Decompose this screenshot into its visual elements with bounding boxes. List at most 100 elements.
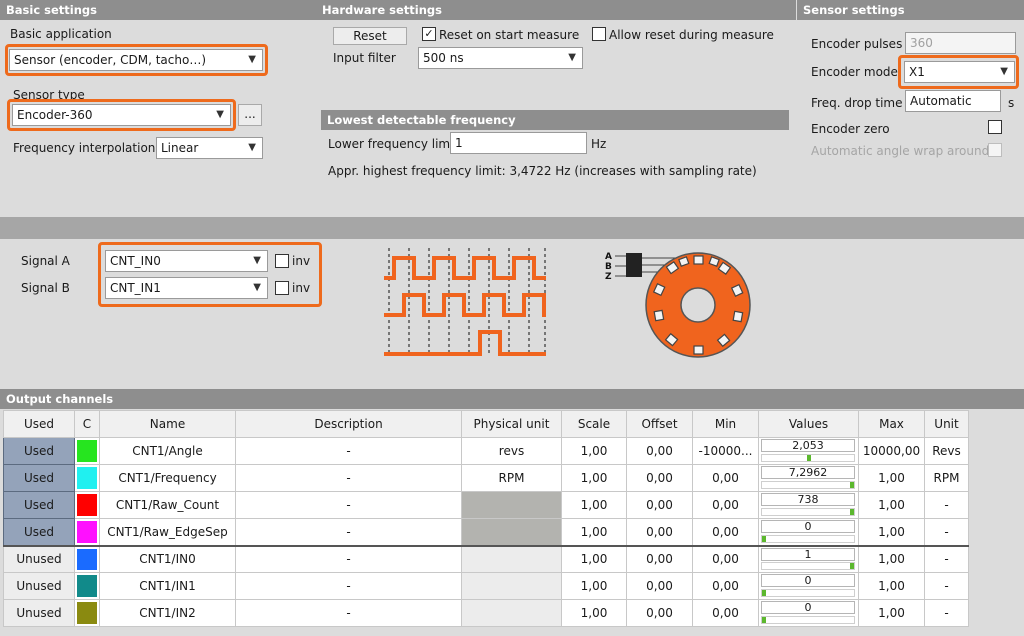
offset-cell[interactable]: 0,00 <box>626 491 693 519</box>
max-cell[interactable]: 1,00 <box>858 599 925 627</box>
freq-drop-time-input[interactable]: Automatic <box>905 90 1001 112</box>
used-toggle[interactable]: Used <box>3 491 75 519</box>
physical-unit-cell[interactable]: revs <box>461 437 562 465</box>
channel-color-swatch[interactable] <box>74 518 100 546</box>
offset-cell[interactable]: 0,00 <box>626 437 693 465</box>
unit-cell[interactable]: - <box>924 491 969 519</box>
physical-unit-cell[interactable] <box>461 572 562 600</box>
encoder-zero-checkbox[interactable] <box>988 120 1002 134</box>
min-cell[interactable]: -10000... <box>692 437 759 465</box>
min-cell[interactable]: 0,00 <box>692 599 759 627</box>
channel-color-swatch[interactable] <box>74 437 100 465</box>
table-row[interactable]: Used CNT1/Frequency - RPM 1,00 0,00 0,00 7,2962… <box>3 464 969 492</box>
reset-on-start-checkbox[interactable]: ✓ <box>422 27 436 41</box>
channel-description-cell[interactable]: - <box>235 518 462 546</box>
sensor-type-more-button[interactable]: ... <box>238 104 262 126</box>
channel-color-swatch[interactable] <box>74 491 100 519</box>
column-header-max[interactable]: Max <box>858 410 925 438</box>
max-cell[interactable]: 1,00 <box>858 491 925 519</box>
channel-color-swatch[interactable] <box>74 572 100 600</box>
scale-cell[interactable]: 1,00 <box>561 572 627 600</box>
table-row[interactable]: Used CNT1/Angle - revs 1,00 0,00 -10000... 2,05… <box>3 437 969 465</box>
allow-reset-checkbox[interactable] <box>592 27 606 41</box>
column-header-unit[interactable]: Unit <box>924 410 969 438</box>
scale-cell[interactable]: 1,00 <box>561 518 627 546</box>
channel-name-cell[interactable]: CNT1/IN2 <box>99 599 236 627</box>
scale-cell[interactable]: 1,00 <box>561 599 627 627</box>
lower-frequency-limit-input[interactable]: 1 <box>450 132 587 154</box>
table-row[interactable]: Unused CNT1/IN2-1,00 0,00 0,00 0 1,00- <box>3 599 969 627</box>
max-cell[interactable]: 1,00 <box>858 572 925 600</box>
column-header-values[interactable]: Values <box>758 410 859 438</box>
input-filter-select[interactable]: 500 ns ▼ <box>418 47 583 69</box>
channel-description-cell[interactable]: - <box>235 544 462 573</box>
encoder-pulses-input[interactable]: 360 <box>905 32 1016 54</box>
min-cell[interactable]: 0,00 <box>692 464 759 492</box>
channel-description-cell[interactable]: - <box>235 437 462 465</box>
offset-cell[interactable]: 0,00 <box>626 599 693 627</box>
physical-unit-cell[interactable]: RPM <box>461 464 562 492</box>
unit-cell[interactable]: RPM <box>924 464 969 492</box>
column-header-name[interactable]: Name <box>99 410 236 438</box>
channel-name-cell[interactable]: CNT1/IN1 <box>99 572 236 600</box>
offset-cell[interactable]: 0,00 <box>626 544 693 573</box>
unit-cell[interactable]: - <box>924 544 969 573</box>
used-toggle[interactable]: Unused <box>3 544 75 573</box>
physical-unit-cell[interactable] <box>461 491 562 519</box>
table-row[interactable]: Used CNT1/Raw_EdgeSep -1,00 0,00 0,00 0 1,00- <box>3 518 969 546</box>
max-cell[interactable]: 1,00 <box>858 464 925 492</box>
max-cell[interactable]: 1,00 <box>858 544 925 573</box>
channel-name-cell[interactable]: CNT1/Raw_Count <box>99 491 236 519</box>
used-toggle[interactable]: Unused <box>3 572 75 600</box>
channel-description-cell[interactable]: - <box>235 464 462 492</box>
unit-cell[interactable]: - <box>924 599 969 627</box>
column-header-used[interactable]: Used <box>3 410 75 438</box>
used-toggle[interactable]: Used <box>3 464 75 492</box>
channel-color-swatch[interactable] <box>74 599 100 627</box>
max-cell[interactable]: 10000,00 <box>858 437 925 465</box>
offset-cell[interactable]: 0,00 <box>626 518 693 546</box>
used-toggle[interactable]: Used <box>3 518 75 546</box>
table-row[interactable]: Used CNT1/Raw_Count -1,00 0,00 0,00 738 1,00- <box>3 491 969 519</box>
channel-name-cell[interactable]: CNT1/Frequency <box>99 464 236 492</box>
reset-button[interactable]: Reset <box>333 27 407 45</box>
physical-unit-cell[interactable] <box>461 599 562 627</box>
column-header-physical-unit[interactable]: Physical unit <box>461 410 562 438</box>
channel-name-cell[interactable]: CNT1/Raw_EdgeSep <box>99 518 236 546</box>
column-header-description[interactable]: Description <box>235 410 462 438</box>
channel-color-swatch[interactable] <box>74 544 100 573</box>
channel-description-cell[interactable]: - <box>235 572 462 600</box>
used-toggle[interactable]: Used <box>3 437 75 465</box>
allow-reset-label: Allow reset during measure <box>609 28 774 42</box>
used-toggle[interactable]: Unused <box>3 599 75 627</box>
frequency-interpolation-select[interactable]: Linear ▼ <box>156 137 263 159</box>
column-header-color[interactable]: C <box>74 410 100 438</box>
channel-description-cell[interactable]: - <box>235 599 462 627</box>
offset-cell[interactable]: 0,00 <box>626 464 693 492</box>
max-cell[interactable]: 1,00 <box>858 518 925 546</box>
min-cell[interactable]: 0,00 <box>692 572 759 600</box>
physical-unit-cell[interactable] <box>461 518 562 546</box>
scale-cell[interactable]: 1,00 <box>561 491 627 519</box>
offset-cell[interactable]: 0,00 <box>626 572 693 600</box>
channel-name-cell[interactable]: CNT1/Angle <box>99 437 236 465</box>
unit-cell[interactable]: - <box>924 518 969 546</box>
channel-color-swatch[interactable] <box>74 464 100 492</box>
table-row[interactable]: Unused CNT1/IN0-1,00 0,00 0,00 1 1,00- <box>3 544 969 573</box>
column-header-min[interactable]: Min <box>692 410 759 438</box>
channel-description-cell[interactable]: - <box>235 491 462 519</box>
angle-wrap-checkbox[interactable] <box>988 143 1002 157</box>
scale-cell[interactable]: 1,00 <box>561 437 627 465</box>
channel-name-cell[interactable]: CNT1/IN0 <box>99 544 236 573</box>
min-cell[interactable]: 0,00 <box>692 491 759 519</box>
min-cell[interactable]: 0,00 <box>692 544 759 573</box>
scale-cell[interactable]: 1,00 <box>561 544 627 573</box>
column-header-offset[interactable]: Offset <box>626 410 693 438</box>
unit-cell[interactable]: Revs <box>924 437 969 465</box>
min-cell[interactable]: 0,00 <box>692 518 759 546</box>
scale-cell[interactable]: 1,00 <box>561 464 627 492</box>
column-header-scale[interactable]: Scale <box>561 410 627 438</box>
unit-cell[interactable]: - <box>924 572 969 600</box>
physical-unit-cell[interactable] <box>461 544 562 573</box>
table-row[interactable]: Unused CNT1/IN1-1,00 0,00 0,00 0 1,00- <box>3 572 969 600</box>
